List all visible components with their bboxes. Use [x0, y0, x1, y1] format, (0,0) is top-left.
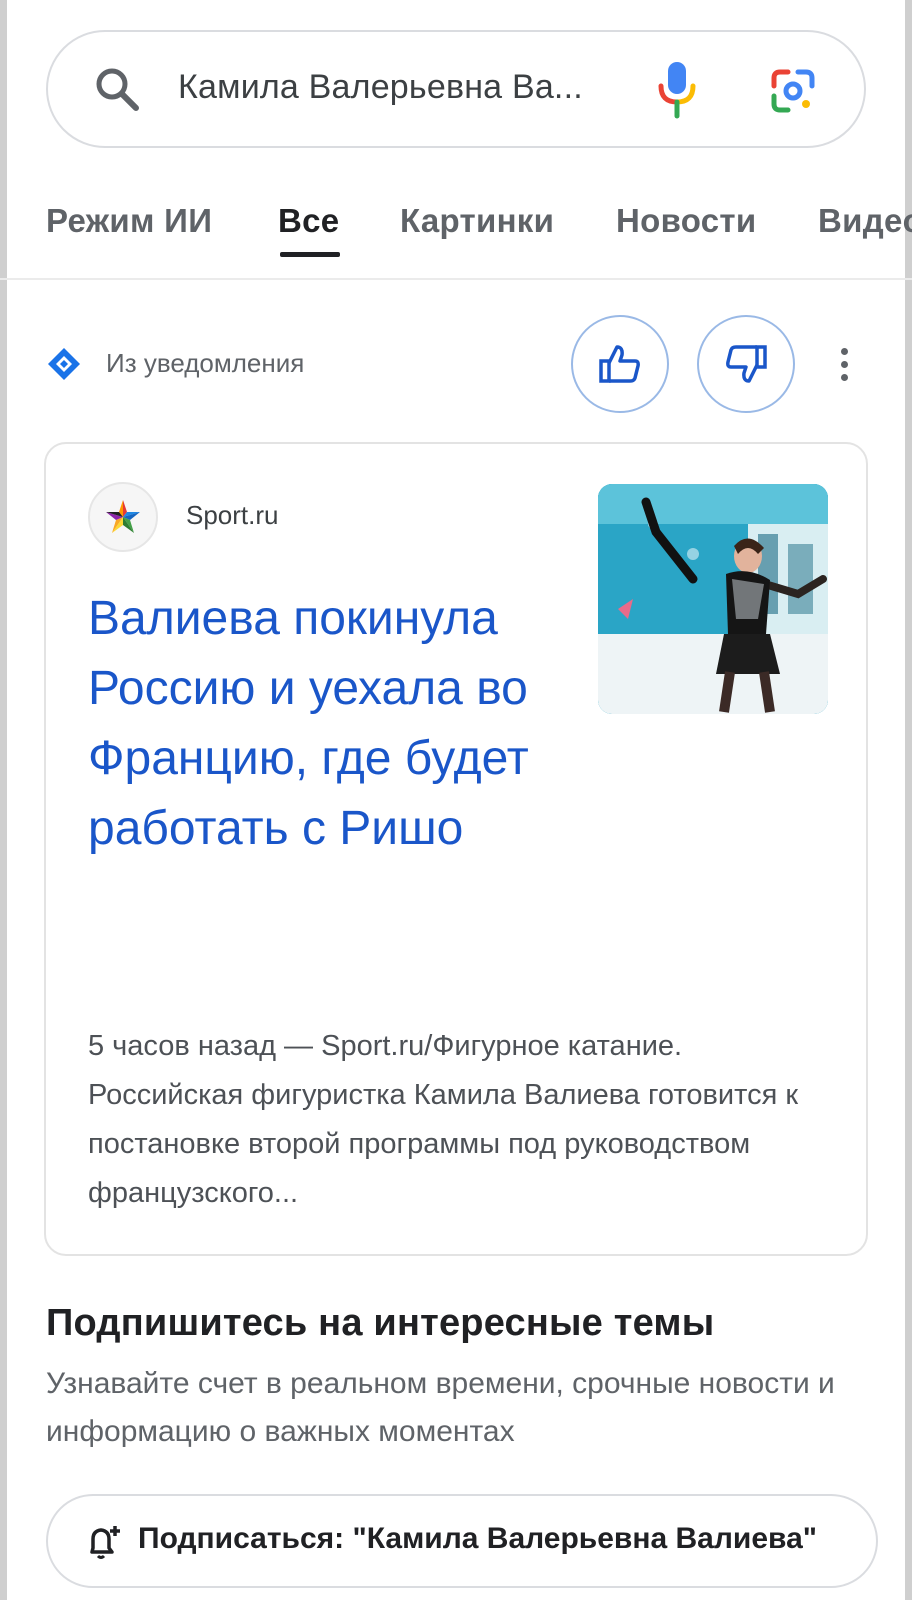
- microphone-icon[interactable]: [653, 58, 701, 120]
- spark-diamond-icon: [48, 348, 80, 380]
- notification-label: Из уведомления: [106, 348, 305, 378]
- bell-plus-icon: [90, 1526, 120, 1559]
- multicolor-star-icon: [106, 500, 140, 533]
- active-tab-indicator: [280, 252, 340, 257]
- thumbs-down-icon: [726, 345, 767, 383]
- thumbs-up-icon: [599, 345, 640, 383]
- topics-title: Подпишитесь на интересные темы: [46, 1302, 715, 1344]
- search-tabs: Режим ИИ Все Картинки Новости Видео: [0, 190, 912, 280]
- thumbs-down-button[interactable]: [697, 315, 795, 413]
- tab-images[interactable]: Картинки: [400, 202, 554, 240]
- subscribe-button[interactable]: Подписаться: "Камила Валерьевна Валиева": [46, 1494, 878, 1588]
- tab-video[interactable]: Видео: [818, 202, 912, 240]
- source-logo: [88, 482, 158, 552]
- news-thumbnail-image[interactable]: [598, 484, 828, 714]
- news-snippet: 5 часов назад — Sport.ru/Фигурное катани…: [88, 1030, 799, 1209]
- search-query[interactable]: Камила Валерьевна Ва...: [178, 68, 583, 107]
- news-headline[interactable]: Валиева покинула Россию и уехала во Фран…: [88, 584, 568, 864]
- thumbs-up-button[interactable]: [571, 315, 669, 413]
- google-lens-icon[interactable]: [768, 66, 818, 116]
- tab-ai-mode[interactable]: Режим ИИ: [46, 202, 212, 240]
- topics-subtitle: Узнавайте счет в реальном времени, срочн…: [46, 1367, 835, 1448]
- figure-skater-photo: [598, 484, 828, 714]
- source-name[interactable]: Sport.ru: [186, 500, 279, 531]
- more-options-icon[interactable]: [836, 348, 852, 388]
- tab-all[interactable]: Все: [278, 202, 339, 240]
- tab-news[interactable]: Новости: [616, 202, 756, 240]
- subscribe-label: Подписаться: "Камила Валерьевна Валиева": [138, 1522, 817, 1555]
- news-card[interactable]: Sport.ru Валиева покинула Россию и уехал…: [44, 442, 868, 1256]
- search-bar[interactable]: Камила Валерьевна Ва...: [46, 30, 866, 148]
- search-icon[interactable]: [92, 64, 144, 116]
